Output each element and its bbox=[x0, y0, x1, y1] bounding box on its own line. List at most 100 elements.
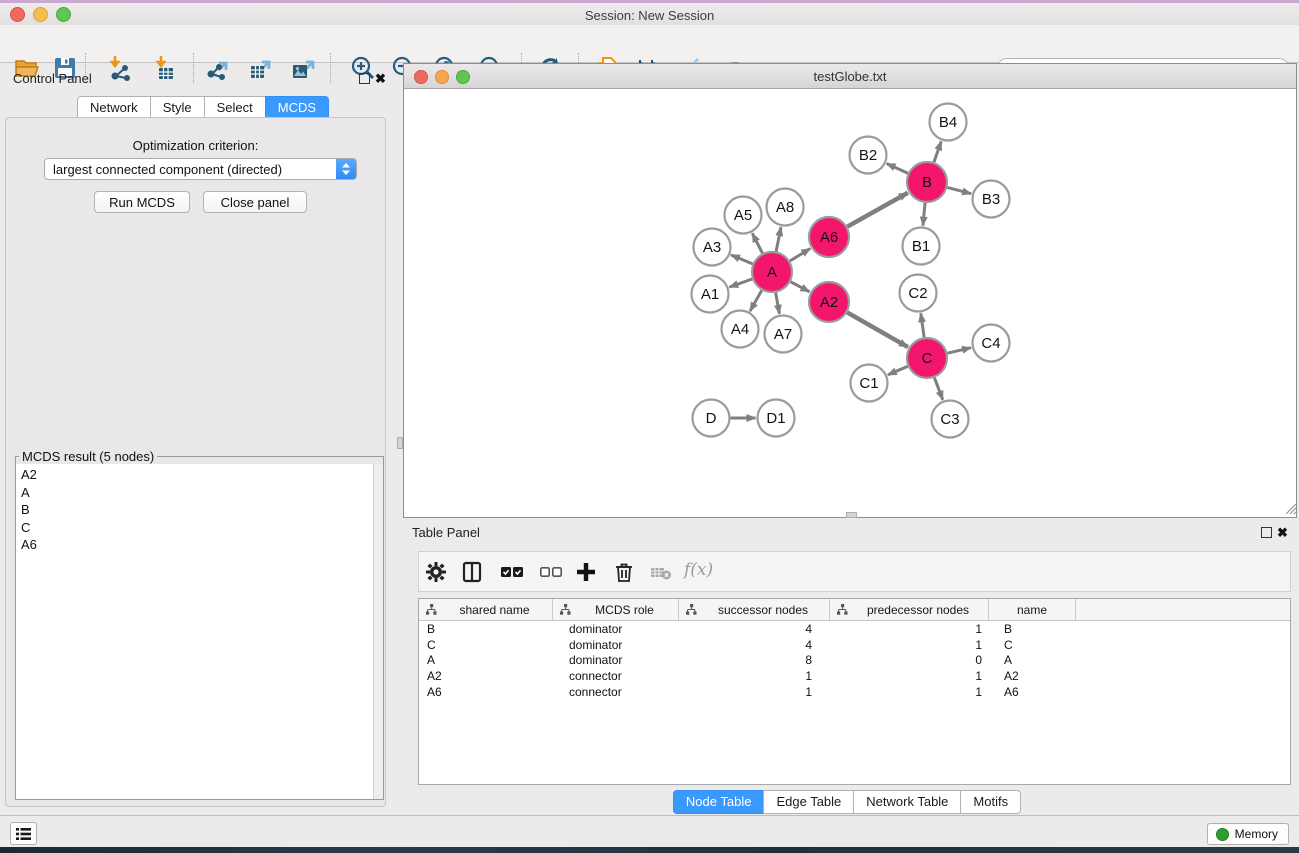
table-row[interactable]: A6connector11A6 bbox=[419, 684, 1290, 700]
table-cell: A6 bbox=[989, 685, 1076, 699]
table-cell: A2 bbox=[989, 669, 1076, 683]
function-builder-icon[interactable]: f(x) bbox=[684, 560, 713, 580]
table-row[interactable]: Cdominator41C bbox=[419, 637, 1290, 653]
node-B4[interactable]: B4 bbox=[930, 104, 967, 141]
edge-A2-C[interactable] bbox=[847, 312, 908, 347]
edge-A-A5[interactable] bbox=[752, 233, 762, 253]
memory-button[interactable]: Memory bbox=[1207, 823, 1289, 845]
unselect-all-columns-icon[interactable] bbox=[539, 560, 563, 584]
control-panel-close-button[interactable]: ✖ bbox=[375, 73, 386, 84]
edge-A-A3[interactable] bbox=[731, 255, 753, 264]
node-A8[interactable]: A8 bbox=[767, 189, 804, 226]
node-label: C bbox=[922, 350, 933, 367]
node-C2[interactable]: C2 bbox=[900, 275, 937, 312]
node-A7[interactable]: A7 bbox=[765, 316, 802, 353]
run-mcds-button[interactable]: Run MCDS bbox=[94, 191, 190, 213]
result-list-item[interactable]: C bbox=[21, 519, 374, 537]
graph-nodes: A A1 A2 A3 A4 A5 A6 A7 A8 B B1 B2 B3 B4 C C1 C2 C3 C4 D D1 bbox=[692, 104, 1010, 438]
edge-A-A7[interactable] bbox=[776, 293, 780, 314]
edge-A-A8[interactable] bbox=[776, 227, 781, 251]
node-label: A7 bbox=[774, 326, 792, 343]
export-image-icon[interactable] bbox=[290, 54, 318, 82]
node-D[interactable]: D bbox=[693, 400, 730, 437]
column-visibility-icon[interactable] bbox=[460, 560, 484, 584]
edge-C-C3[interactable] bbox=[934, 378, 942, 400]
table-panel-float-button[interactable] bbox=[1261, 527, 1272, 538]
node-A[interactable]: A bbox=[752, 252, 792, 292]
result-list-item[interactable]: A2 bbox=[21, 466, 374, 484]
window-resize-grip[interactable] bbox=[1283, 498, 1297, 515]
main-titlebar[interactable]: Session: New Session bbox=[0, 3, 1299, 25]
table-row[interactable]: Adominator80A bbox=[419, 652, 1290, 668]
node-A3[interactable]: A3 bbox=[694, 229, 731, 266]
node-C1[interactable]: C1 bbox=[851, 365, 888, 402]
horizontal-scrollbar-thumb[interactable] bbox=[846, 512, 857, 518]
node-A2[interactable]: A2 bbox=[809, 282, 849, 322]
vertical-scrollbar-thumb[interactable] bbox=[397, 437, 403, 449]
node-B[interactable]: B bbox=[907, 162, 947, 202]
column-header-successor-nodes[interactable]: successor nodes bbox=[679, 599, 830, 620]
edge-C-C2[interactable] bbox=[921, 313, 924, 337]
node-A6[interactable]: A6 bbox=[809, 217, 849, 257]
edge-A-A6[interactable] bbox=[790, 249, 810, 261]
result-list-item[interactable]: A6 bbox=[21, 536, 374, 554]
node-B1[interactable]: B1 bbox=[903, 228, 940, 265]
table-row[interactable]: Bdominator41B bbox=[419, 621, 1290, 637]
edge-A6-B[interactable] bbox=[847, 193, 908, 227]
table-row[interactable]: A2connector11A2 bbox=[419, 668, 1290, 684]
export-network-icon[interactable] bbox=[204, 54, 232, 82]
result-list-item[interactable]: B bbox=[21, 501, 374, 519]
node-A1[interactable]: A1 bbox=[692, 276, 729, 313]
node-B2[interactable]: B2 bbox=[850, 137, 887, 174]
edge-B-B3[interactable] bbox=[947, 187, 971, 193]
node-label: C1 bbox=[859, 375, 878, 392]
table-cell: B bbox=[419, 622, 553, 636]
delete-column-icon[interactable] bbox=[612, 560, 636, 584]
node-C4[interactable]: C4 bbox=[973, 325, 1010, 362]
edge-A-A4[interactable] bbox=[750, 290, 762, 311]
node-B3[interactable]: B3 bbox=[973, 181, 1010, 218]
network-canvas[interactable]: A A1 A2 A3 A4 A5 A6 A7 A8 B B1 B2 B3 B4 C C1 C2 C3 C4 D D1 bbox=[404, 89, 1296, 517]
node-C[interactable]: C bbox=[907, 338, 947, 378]
column-header-shared-name[interactable]: shared name bbox=[419, 599, 553, 620]
node-A5[interactable]: A5 bbox=[725, 197, 762, 234]
mcds-result-list[interactable]: A2ABCA6 bbox=[16, 464, 383, 799]
column-header-MCDS-role[interactable]: MCDS role bbox=[553, 599, 679, 620]
panel-list-button[interactable] bbox=[10, 822, 37, 845]
edge-B-B2[interactable] bbox=[887, 164, 908, 174]
column-header-predecessor-nodes[interactable]: predecessor nodes bbox=[830, 599, 989, 620]
tab-motifs[interactable]: Motifs bbox=[960, 790, 1021, 814]
edge-A-A2[interactable] bbox=[791, 282, 810, 292]
edge-C-C1[interactable] bbox=[888, 366, 908, 375]
edge-B-B1[interactable] bbox=[923, 203, 925, 226]
network-window-titlebar[interactable]: testGlobe.txt bbox=[404, 64, 1296, 89]
delete-table-icon[interactable] bbox=[649, 560, 673, 584]
tab-node-table[interactable]: Node Table bbox=[673, 790, 765, 814]
column-header-name[interactable]: name bbox=[989, 599, 1076, 620]
export-table-icon[interactable] bbox=[247, 54, 275, 82]
close-panel-button[interactable]: Close panel bbox=[203, 191, 307, 213]
node-D1[interactable]: D1 bbox=[758, 400, 795, 437]
import-network-icon[interactable] bbox=[106, 54, 134, 82]
edge-B-B4[interactable] bbox=[934, 141, 941, 162]
table-cell: A6 bbox=[419, 685, 553, 699]
node-label: C2 bbox=[908, 285, 927, 302]
control-panel-float-button[interactable] bbox=[359, 73, 370, 84]
criterion-dropdown[interactable]: largest connected component (directed) bbox=[44, 158, 357, 180]
node-table[interactable]: shared nameMCDS rolesuccessor nodesprede… bbox=[418, 598, 1291, 785]
import-table-icon[interactable] bbox=[152, 54, 180, 82]
node-A4[interactable]: A4 bbox=[722, 311, 759, 348]
table-settings-gear-icon[interactable] bbox=[424, 560, 448, 584]
table-panel-close-button[interactable]: ✖ bbox=[1277, 527, 1288, 538]
node-C3[interactable]: C3 bbox=[932, 401, 969, 438]
tab-edge-table[interactable]: Edge Table bbox=[763, 790, 854, 814]
edge-C-C4[interactable] bbox=[947, 348, 971, 354]
edge-A-A1[interactable] bbox=[729, 279, 752, 287]
result-list-item[interactable]: A bbox=[21, 484, 374, 502]
main-toolbar bbox=[0, 25, 1299, 63]
tab-network-table[interactable]: Network Table bbox=[853, 790, 961, 814]
add-column-icon[interactable] bbox=[574, 560, 598, 584]
node-label: C3 bbox=[940, 411, 959, 428]
result-scrollbar[interactable] bbox=[373, 464, 383, 799]
select-all-columns-icon[interactable] bbox=[500, 560, 524, 584]
